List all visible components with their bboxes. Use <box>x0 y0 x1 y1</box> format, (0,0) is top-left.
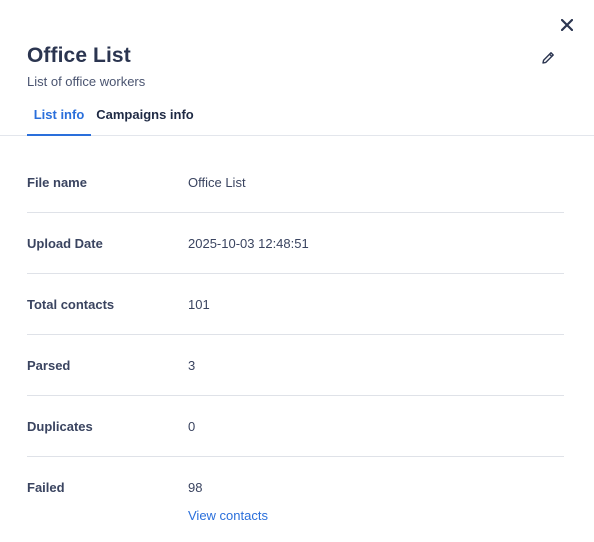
detail-value: 98 <box>188 480 203 495</box>
view-contacts-link[interactable]: View contacts <box>188 508 268 523</box>
close-icon <box>561 19 573 31</box>
detail-value: 0 <box>188 419 196 434</box>
detail-row-total-contacts: Total contacts 101 <box>27 274 564 335</box>
tab-bar: List info Campaigns info <box>0 96 594 136</box>
detail-label: Duplicates <box>27 419 93 434</box>
detail-row-failed: Failed 98 <box>27 457 564 542</box>
close-button[interactable] <box>556 14 578 36</box>
detail-value: 2025-10-03 12:48:51 <box>188 236 309 251</box>
detail-row-parsed: Parsed 3 <box>27 335 564 396</box>
detail-label: Failed <box>27 480 65 495</box>
details-list: File name Office List Upload Date 2025-1… <box>27 152 564 542</box>
detail-label: Upload Date <box>27 236 103 251</box>
detail-value: Office List <box>188 175 246 190</box>
page-title: Office List <box>27 44 131 67</box>
tab-list-info[interactable]: List info <box>27 96 91 136</box>
detail-label: Total contacts <box>27 297 115 312</box>
page-subtitle: List of office workers <box>27 74 146 89</box>
detail-row-duplicates: Duplicates 0 <box>27 396 564 457</box>
detail-value: 3 <box>188 358 196 373</box>
list-details-panel: Office List List of office workers List … <box>0 0 594 542</box>
edit-button[interactable] <box>537 47 559 69</box>
pencil-icon <box>542 52 554 64</box>
detail-label: File name <box>27 175 87 190</box>
detail-row-file-name: File name Office List <box>27 152 564 213</box>
detail-value: 101 <box>188 297 210 312</box>
detail-row-upload-date: Upload Date 2025-10-03 12:48:51 <box>27 213 564 274</box>
detail-label: Parsed <box>27 358 71 373</box>
tab-campaigns-info[interactable]: Campaigns info <box>95 96 195 136</box>
